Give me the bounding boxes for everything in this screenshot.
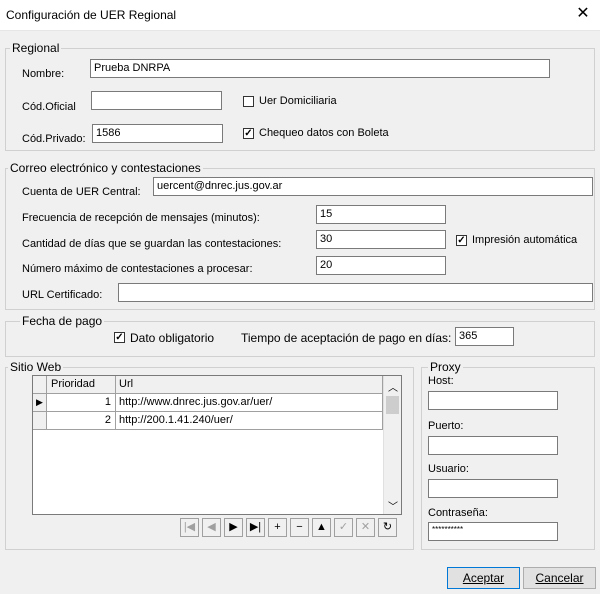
scroll-up-icon[interactable]: ︿ xyxy=(388,379,398,394)
row-indicator xyxy=(33,412,47,430)
cancel-record-icon[interactable]: ✕ xyxy=(356,518,375,537)
sitio-web-legend: Sitio Web xyxy=(8,360,64,374)
table-row-url[interactable]: http://200.1.41.240/uer/ xyxy=(116,412,383,430)
grid-header-prioridad[interactable]: Prioridad xyxy=(47,376,116,394)
table-row-url[interactable]: http://www.dnrec.jus.gov.ar/uer/ xyxy=(116,394,383,412)
sitio-web-grid[interactable]: Prioridad Url ▶ 1 http://www.dnrec.jus.g… xyxy=(32,375,402,515)
next-record-icon[interactable]: ▶ xyxy=(224,518,243,537)
host-label: Host: xyxy=(428,375,454,387)
cod-oficial-field[interactable] xyxy=(91,91,222,110)
usuario-label: Usuario: xyxy=(428,463,469,475)
uer-domiciliaria-checkbox[interactable] xyxy=(243,96,254,107)
uer-domiciliaria-label: Uer Domiciliaria xyxy=(259,95,337,107)
host-field[interactable] xyxy=(428,391,558,410)
maximo-field[interactable]: 20 xyxy=(316,256,446,275)
table-row-prioridad[interactable]: 1 xyxy=(47,394,116,412)
cod-privado-label: Cód.Privado: xyxy=(22,133,86,145)
db-navigator: |◀ ◀ ▶ ▶| + − ▲ ✓ ✕ ↻ xyxy=(180,518,410,538)
puerto-label: Puerto: xyxy=(428,420,464,432)
grid-header-url[interactable]: Url xyxy=(116,376,383,394)
insert-record-icon[interactable]: + xyxy=(268,518,287,537)
chequeo-checkbox[interactable]: ✓ xyxy=(243,128,254,139)
grid-indicator-header xyxy=(33,376,47,394)
cod-privado-field[interactable]: 1586 xyxy=(92,124,223,143)
url-certificado-label: URL Certificado: xyxy=(22,289,103,301)
url-certificado-field[interactable] xyxy=(118,283,593,302)
post-record-icon[interactable]: ✓ xyxy=(334,518,353,537)
fecha-pago-legend: Fecha de pago xyxy=(20,314,105,328)
table-row-prioridad[interactable]: 2 xyxy=(47,412,116,430)
impresion-checkbox[interactable]: ✓ xyxy=(456,235,467,246)
prior-record-icon[interactable]: ◀ xyxy=(202,518,221,537)
last-record-icon[interactable]: ▶| xyxy=(246,518,265,537)
delete-record-icon[interactable]: − xyxy=(290,518,309,537)
tiempo-label: Tiempo de aceptación de pago en días: xyxy=(241,331,452,345)
scroll-down-icon[interactable]: ﹀ xyxy=(388,498,398,513)
correo-legend: Correo electrónico y contestaciones xyxy=(8,161,203,175)
aceptar-button[interactable]: Aceptar xyxy=(447,567,520,589)
first-record-icon[interactable]: |◀ xyxy=(180,518,199,537)
puerto-field[interactable] xyxy=(428,436,558,455)
close-icon[interactable]: ✕ xyxy=(574,5,592,23)
cuenta-label: Cuenta de UER Central: xyxy=(22,186,141,198)
nombre-field[interactable]: Prueba DNRPA xyxy=(90,59,550,78)
refresh-record-icon[interactable]: ↻ xyxy=(378,518,397,537)
window-title: Configuración de UER Regional xyxy=(6,8,177,22)
nombre-label: Nombre: xyxy=(22,68,65,80)
proxy-legend: Proxy xyxy=(428,360,463,374)
cancelar-label: Cancelar xyxy=(535,571,584,585)
cod-oficial-label: Cód.Oficial xyxy=(22,101,76,113)
edit-record-icon[interactable]: ▲ xyxy=(312,518,331,537)
cantidad-label: Cantidad de días que se guardan las cont… xyxy=(22,238,282,250)
cantidad-field[interactable]: 30 xyxy=(316,230,446,249)
grid-vertical-scrollbar[interactable]: ︿ ﹀ xyxy=(383,376,401,514)
regional-legend: Regional xyxy=(10,41,62,55)
scroll-thumb[interactable] xyxy=(386,396,399,414)
chequeo-label: Chequeo datos con Boleta xyxy=(259,127,389,139)
impresion-label: Impresión automática xyxy=(472,234,578,246)
frecuencia-field[interactable]: 15 xyxy=(316,205,446,224)
cuenta-field[interactable]: uercent@dnrec.jus.gov.ar xyxy=(153,177,593,196)
contrasena-label: Contraseña: xyxy=(428,507,488,519)
maximo-label: Número máximo de contestaciones a proces… xyxy=(22,263,253,275)
contrasena-field[interactable]: ********** xyxy=(428,522,558,541)
frecuencia-label: Frecuencia de recepción de mensajes (min… xyxy=(22,212,260,224)
usuario-field[interactable] xyxy=(428,479,558,498)
dato-obligatorio-label: Dato obligatorio xyxy=(130,331,215,345)
cancelar-button[interactable]: Cancelar xyxy=(523,567,596,589)
tiempo-field[interactable]: 365 xyxy=(455,327,514,346)
aceptar-label: Aceptar xyxy=(462,571,505,585)
row-indicator-icon: ▶ xyxy=(33,394,47,412)
dato-obligatorio-checkbox[interactable]: ✓ xyxy=(114,332,125,343)
title-bar: Configuración de UER Regional ✕ xyxy=(0,0,600,31)
